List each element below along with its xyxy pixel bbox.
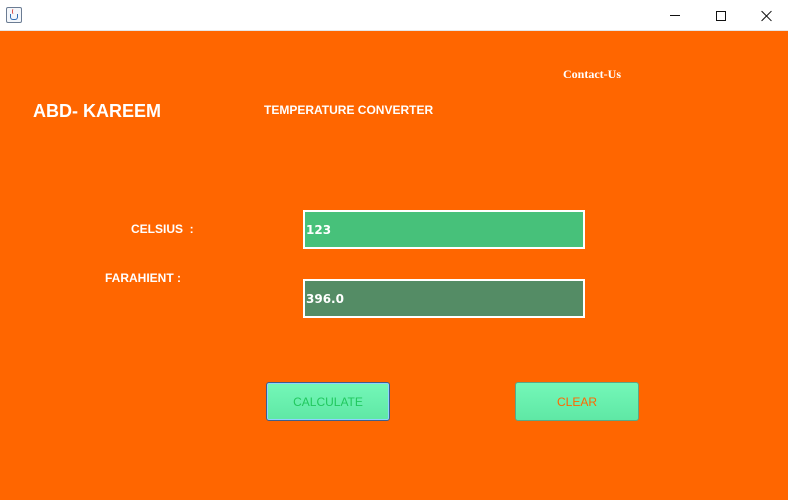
calculate-button[interactable]: CALCULATE <box>266 382 390 421</box>
maximize-icon <box>716 10 726 21</box>
clear-button[interactable]: CLEAR <box>515 382 639 421</box>
celsius-label: CELSIUS : <box>131 222 194 236</box>
close-button[interactable] <box>744 0 788 31</box>
close-icon <box>761 10 773 22</box>
fahrenheit-label: FARAHIENT : <box>105 271 181 285</box>
brand-title: ABD- KAREEM <box>33 101 161 121</box>
maximize-button[interactable] <box>698 0 744 31</box>
minimize-icon <box>670 15 680 16</box>
celsius-input[interactable] <box>303 210 585 249</box>
java-cup-icon <box>6 7 22 23</box>
page-title: TEMPERATURE CONVERTER <box>264 103 434 117</box>
title-bar <box>0 0 788 31</box>
fahrenheit-output[interactable] <box>303 279 585 318</box>
contact-us-link[interactable]: Contact-Us <box>563 67 621 82</box>
minimize-button[interactable] <box>652 0 698 31</box>
